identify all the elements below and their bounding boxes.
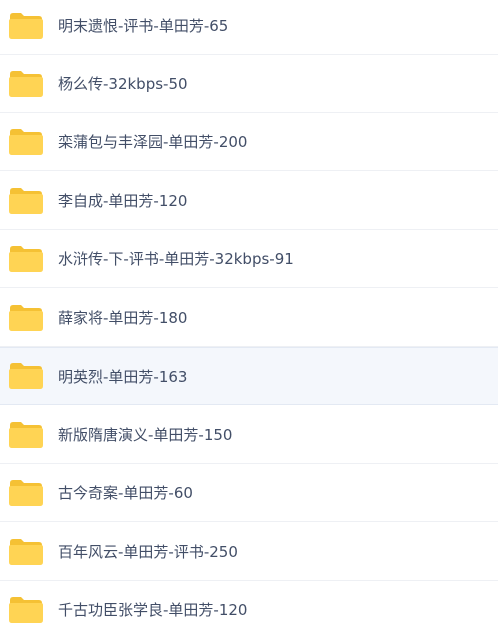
folder-row[interactable]: 新版隋唐演义-单田芳-150 <box>0 406 498 464</box>
folder-name[interactable]: 明末遗恨-评书-单田芳-65 <box>58 15 228 36</box>
folder-icon <box>9 245 43 272</box>
folder-row[interactable]: 杨么传-32kbps-50 <box>0 55 498 113</box>
folder-row[interactable]: 水浒传-下-评书-单田芳-32kbps-91 <box>0 230 498 288</box>
folder-icon <box>9 421 43 448</box>
folder-icon <box>9 70 43 97</box>
folder-name[interactable]: 栾蒲包与丰泽园-单田芳-200 <box>58 131 247 152</box>
folder-icon <box>9 12 43 39</box>
folder-name[interactable]: 百年风云-单田芳-评书-250 <box>58 541 238 562</box>
folder-name[interactable]: 新版隋唐演义-单田芳-150 <box>58 424 232 445</box>
folder-row[interactable]: 明末遗恨-评书-单田芳-65 <box>0 0 498 55</box>
folder-name[interactable]: 明英烈-单田芳-163 <box>58 366 187 387</box>
folder-icon <box>9 596 43 623</box>
folder-row[interactable]: 薛家将-单田芳-180 <box>0 289 498 347</box>
folder-icon <box>9 187 43 214</box>
folder-list: 明末遗恨-评书-单田芳-65 杨么传-32kbps-50 栾蒲包与丰泽园-单田芳… <box>0 0 498 628</box>
folder-name[interactable]: 薛家将-单田芳-180 <box>58 307 187 328</box>
folder-name[interactable]: 古今奇案-单田芳-60 <box>58 482 193 503</box>
folder-icon <box>9 128 43 155</box>
folder-row[interactable]: 古今奇案-单田芳-60 <box>0 464 498 522</box>
folder-name[interactable]: 杨么传-32kbps-50 <box>58 73 188 94</box>
folder-icon <box>9 363 43 389</box>
folder-icon <box>9 304 43 331</box>
folder-icon <box>9 479 43 506</box>
folder-row[interactable]: 千古功臣张学良-单田芳-120 <box>0 581 498 628</box>
folder-row-hovered[interactable]: 明英烈-单田芳-163 <box>0 347 498 405</box>
folder-name[interactable]: 水浒传-下-评书-单田芳-32kbps-91 <box>58 248 294 269</box>
folder-name[interactable]: 千古功臣张学良-单田芳-120 <box>58 599 247 620</box>
folder-name[interactable]: 李自成-单田芳-120 <box>58 190 187 211</box>
folder-row[interactable]: 栾蒲包与丰泽园-单田芳-200 <box>0 113 498 171</box>
folder-row[interactable]: 百年风云-单田芳-评书-250 <box>0 523 498 581</box>
folder-icon <box>9 538 43 565</box>
folder-row[interactable]: 李自成-单田芳-120 <box>0 172 498 230</box>
